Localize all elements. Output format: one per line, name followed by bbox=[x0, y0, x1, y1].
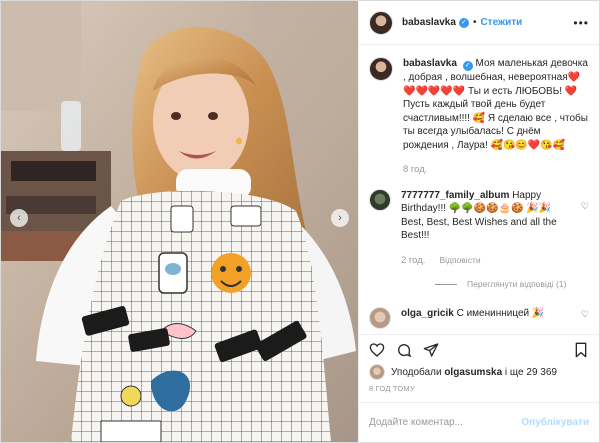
comment-body: olga_gricik С именинницей 🎉 bbox=[401, 307, 571, 321]
comment-like-heart-icon[interactable]: ♡ bbox=[581, 201, 589, 212]
comments-list[interactable]: babaslavka ✓ Моя маленькая девочка , доб… bbox=[359, 45, 599, 334]
photo-illustration bbox=[1, 1, 358, 442]
author-avatar[interactable] bbox=[369, 10, 393, 35]
chevron-left-icon: ‹ bbox=[17, 212, 21, 224]
post-header: babaslavka ✓ • Стежити ••• bbox=[359, 1, 599, 45]
commenter-avatar[interactable] bbox=[369, 188, 391, 211]
likes-prefix: Уподобали bbox=[391, 366, 442, 378]
comment-username[interactable]: 7777777_family_album bbox=[401, 190, 509, 201]
author-avatar[interactable] bbox=[369, 57, 393, 81]
heart-icon[interactable] bbox=[369, 342, 385, 358]
follow-button[interactable]: Стежити bbox=[480, 17, 522, 28]
comment-item: 7777777_family_album Happy Birthday!!! 🌳… bbox=[369, 188, 589, 268]
caption-time[interactable]: 8 год. bbox=[403, 163, 427, 177]
post-age[interactable]: 8 ГОД ТОМУ bbox=[359, 380, 599, 402]
caption-text: Моя маленькая девочка , добрая , волшебн… bbox=[403, 58, 588, 151]
replies-divider bbox=[435, 283, 457, 285]
caption-body: babaslavka ✓ Моя маленькая девочка , доб… bbox=[403, 57, 588, 177]
liker-username[interactable]: olgasumska bbox=[444, 367, 502, 378]
reply-button[interactable]: Відповісти bbox=[439, 254, 480, 268]
post-photo[interactable]: ‹ › bbox=[1, 1, 358, 442]
publish-button[interactable]: Опублікувати bbox=[521, 417, 589, 428]
more-options-icon[interactable]: ••• bbox=[573, 16, 589, 30]
comment-input[interactable] bbox=[369, 417, 522, 428]
comment-meta: 2 год. Відповісти bbox=[401, 254, 571, 268]
verified-badge-icon: ✓ bbox=[462, 61, 473, 71]
bookmark-icon[interactable] bbox=[573, 342, 589, 358]
comment-username[interactable]: olga_gricik bbox=[401, 308, 454, 319]
caption-username[interactable]: babaslavka bbox=[403, 58, 457, 69]
comment-item: olga_gricik С именинницей 🎉 ♡ bbox=[369, 307, 589, 329]
view-replies-button[interactable]: Переглянути відповіді (1) bbox=[435, 279, 589, 289]
verified-badge-icon: ✓ bbox=[458, 17, 469, 28]
likes-count[interactable]: і ще 29 369 bbox=[505, 367, 557, 378]
likes-summary: Уподобали olgasumska і ще 29 369 bbox=[359, 364, 599, 380]
author-username[interactable]: babaslavka bbox=[402, 17, 456, 28]
comment-icon[interactable] bbox=[396, 342, 412, 358]
separator-dot: • bbox=[472, 17, 477, 28]
caption: babaslavka ✓ Моя маленькая девочка , доб… bbox=[369, 57, 589, 177]
comment-text: С именинницей 🎉 bbox=[456, 308, 545, 319]
comment-composer: Опублікувати bbox=[359, 402, 599, 442]
post-side-panel: babaslavka ✓ • Стежити ••• babaslavka ✓ … bbox=[358, 1, 599, 442]
comment-like-heart-icon[interactable]: ♡ bbox=[581, 309, 589, 320]
comment-time[interactable]: 2 год. bbox=[401, 254, 425, 268]
previous-photo-button[interactable]: ‹ bbox=[10, 209, 28, 227]
view-replies-label: Переглянути відповіді (1) bbox=[467, 279, 567, 289]
action-bar bbox=[359, 334, 599, 364]
next-photo-button[interactable]: › bbox=[331, 209, 349, 227]
comment-body: 7777777_family_album Happy Birthday!!! 🌳… bbox=[401, 189, 571, 268]
caption-meta: 8 год. bbox=[403, 163, 588, 177]
chevron-right-icon: › bbox=[338, 212, 342, 224]
liker-avatar[interactable] bbox=[369, 364, 385, 380]
commenter-avatar[interactable] bbox=[369, 307, 391, 329]
share-icon[interactable] bbox=[423, 342, 439, 358]
instagram-post: ‹ › babaslavka ✓ • Стежити ••• babaslavk… bbox=[0, 0, 600, 443]
